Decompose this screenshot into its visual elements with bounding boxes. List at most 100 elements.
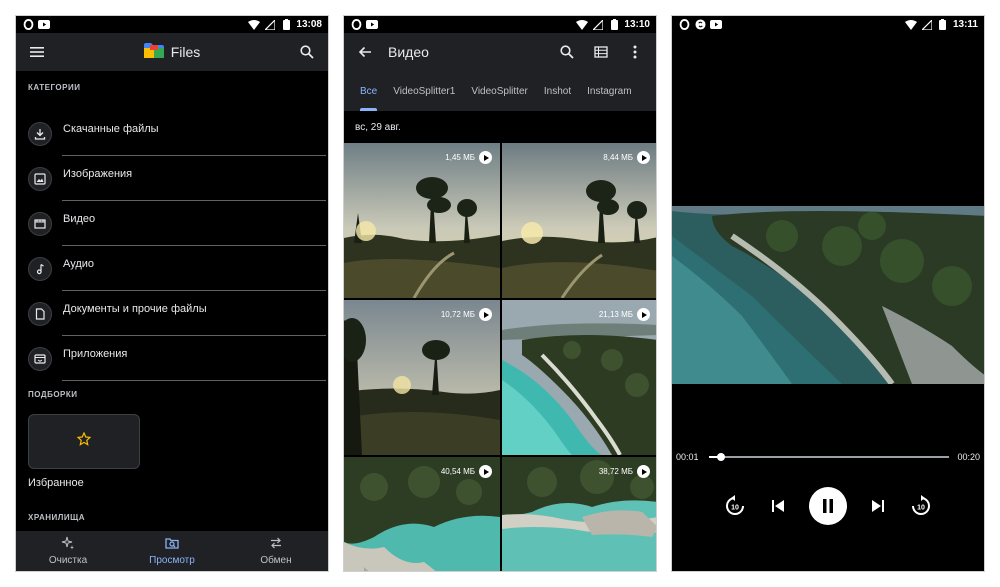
play-icon: [637, 151, 650, 164]
forest-dusk-image: [344, 300, 500, 455]
app-bar: Files: [16, 33, 328, 71]
files-brand: Files: [143, 42, 201, 63]
category-documents[interactable]: Документы и прочие файлы: [16, 291, 328, 336]
video-frame[interactable]: [672, 206, 984, 384]
video-size: 1,45 МБ: [445, 153, 475, 162]
nav-label: Обмен: [260, 555, 292, 566]
coast-aerial-image: [672, 206, 984, 384]
tab-inshot[interactable]: Inshot: [544, 71, 571, 111]
wifi-icon: [248, 19, 261, 31]
menu-icon[interactable]: [26, 41, 48, 63]
category-label: Видео: [63, 212, 96, 225]
signal-icon: [592, 19, 604, 31]
bottom-navigation: Очистка Просмотр Обмен: [16, 531, 328, 571]
play-icon: [637, 308, 650, 321]
favorites-label: Избранное: [28, 477, 84, 489]
search-icon[interactable]: [296, 41, 318, 63]
seek-handle[interactable]: [717, 453, 725, 461]
video-meta: 8,44 МБ: [603, 151, 650, 164]
youtube-icon: [366, 19, 378, 31]
storage-heading: ХРАНИЛИЩА: [28, 513, 86, 522]
wifi-icon: [904, 19, 917, 31]
document-icon: [28, 301, 52, 326]
category-video[interactable]: Видео: [16, 201, 328, 246]
video-meta: 38,72 МБ: [599, 465, 650, 478]
status-bar: 13:11: [672, 16, 984, 33]
swap-icon: [269, 536, 283, 553]
forest-sunset-image: [502, 143, 656, 298]
video-thumbnail[interactable]: 38,72 МБ: [502, 457, 656, 571]
category-downloads[interactable]: Скачанные файлы: [16, 111, 328, 156]
play-icon: [479, 465, 492, 478]
files-logo-icon: [143, 42, 164, 63]
back-arrow-icon[interactable]: [354, 41, 376, 63]
pause-icon: [822, 499, 833, 513]
tab-all[interactable]: Все: [360, 71, 378, 111]
youtube-icon: [38, 19, 50, 31]
video-icon: [28, 211, 52, 236]
opera-icon: [22, 19, 34, 31]
app-bar: Видео: [344, 33, 656, 71]
status-time: 13:10: [624, 19, 650, 30]
category-images[interactable]: Изображения: [16, 156, 328, 201]
more-vert-icon[interactable]: [624, 41, 646, 63]
favorites-card[interactable]: [28, 414, 140, 469]
shazam-icon: [694, 19, 706, 31]
total-duration: 00:20: [957, 452, 980, 462]
category-label: Документы и прочие файлы: [63, 302, 207, 315]
video-thumbnail[interactable]: 1,45 МБ: [344, 143, 500, 298]
play-icon: [479, 308, 492, 321]
signal-icon: [921, 19, 933, 31]
date-header: вс, 29 авг.: [355, 122, 401, 133]
forward-10-icon[interactable]: 10: [910, 495, 932, 517]
status-bar: 13:10: [344, 16, 656, 33]
tab-instagram[interactable]: Instagram: [587, 71, 631, 111]
previous-icon[interactable]: [771, 499, 785, 513]
categories-heading: КАТЕГОРИИ: [28, 83, 81, 92]
status-time: 13:11: [952, 19, 978, 30]
list-view-icon[interactable]: [590, 41, 612, 63]
svg-text:10: 10: [731, 505, 739, 512]
youtube-icon: [710, 19, 722, 31]
page-title: Видео: [388, 44, 429, 60]
divider: [62, 380, 326, 381]
rewind-10-icon[interactable]: 10: [724, 495, 746, 517]
status-time: 13:08: [296, 19, 322, 30]
coast-image: [502, 300, 656, 455]
nav-browse[interactable]: Просмотр: [120, 531, 224, 571]
category-list: Скачанные файлы Изображения Видео Аудио …: [16, 111, 328, 381]
video-meta: 1,45 МБ: [445, 151, 492, 164]
video-size: 38,72 МБ: [598, 467, 633, 476]
category-label: Приложения: [63, 347, 128, 360]
video-thumbnail[interactable]: 21,13 МБ: [502, 300, 656, 455]
nav-clean[interactable]: Очистка: [16, 531, 120, 571]
video-size: 40,54 МБ: [440, 467, 475, 476]
apps-icon: [28, 346, 52, 371]
signal-icon: [264, 19, 276, 31]
star-icon: [76, 431, 92, 451]
category-apps[interactable]: Приложения: [16, 336, 328, 381]
category-label: Изображения: [63, 167, 133, 180]
tab-videosplitter[interactable]: VideoSplitter: [471, 71, 528, 111]
app-title: Files: [170, 44, 201, 60]
battery-icon: [608, 19, 620, 31]
video-thumbnail[interactable]: 40,54 МБ: [344, 457, 500, 571]
video-player-screen: 13:11 00:01 00:20 10 10: [671, 15, 985, 572]
video-thumbnail[interactable]: 10,72 МБ: [344, 300, 500, 455]
folder-tabs: Все VideoSplitter1 VideoSplitter Inshot …: [344, 71, 656, 111]
category-label: Скачанные файлы: [63, 122, 159, 135]
search-icon[interactable]: [556, 41, 578, 63]
files-screen: 13:08 Files КАТЕГОРИИ Скачанные файлы Из…: [15, 15, 329, 572]
seek-bar[interactable]: [709, 453, 949, 461]
pause-button[interactable]: [808, 487, 847, 525]
video-thumbnail[interactable]: 8,44 МБ: [502, 143, 656, 298]
category-audio[interactable]: Аудио: [16, 246, 328, 291]
audio-icon: [28, 256, 52, 281]
next-icon[interactable]: [871, 499, 885, 513]
opera-icon: [350, 19, 362, 31]
collections-heading: ПОДБОРКИ: [28, 390, 78, 399]
sparkle-icon: [61, 536, 75, 553]
tab-videosplitter1[interactable]: VideoSplitter1: [393, 71, 455, 111]
play-icon: [479, 151, 492, 164]
nav-share[interactable]: Обмен: [224, 531, 328, 571]
